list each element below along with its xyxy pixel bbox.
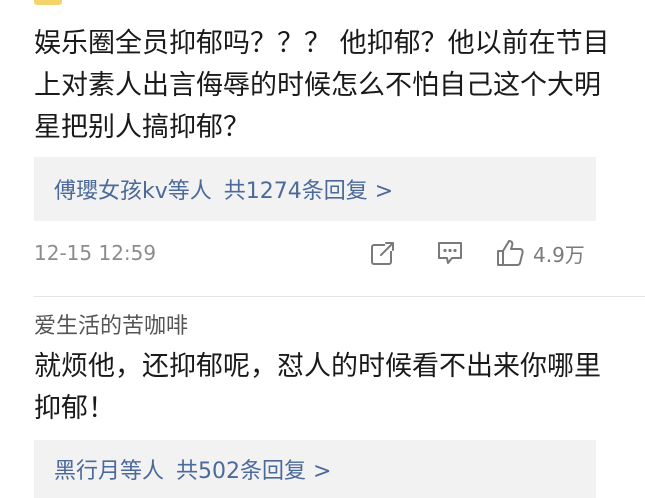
comment-username[interactable]: 爱生活的苦咖啡 [34, 308, 188, 340]
comment-icon [438, 242, 462, 264]
comment-divider [34, 296, 645, 297]
timestamp: 12-15 12:59 [34, 241, 157, 265]
comment-button[interactable] [435, 239, 465, 267]
view-replies-button[interactable]: 黑行月等人 共502条回复 > [34, 440, 596, 498]
reply-count: 共1274条回复 > [223, 179, 394, 204]
like-icon [497, 240, 524, 266]
comment-actions: 4.9万 [369, 236, 585, 270]
reply-users: 傅瓔女孩kv等人 [54, 179, 212, 204]
previous-comment-username-cropped [34, 0, 62, 10]
like-count: 4.9万 [533, 242, 585, 267]
user-badge-icon [34, 0, 62, 5]
reply-count: 共502条回复 > [176, 459, 332, 484]
comment-meta-row: 12-15 12:59 4.9万 [34, 236, 604, 270]
view-replies-button[interactable]: 傅瓔女孩kv等人 共1274条回复 > [34, 157, 596, 221]
share-icon [371, 241, 395, 265]
like-button[interactable]: 4.9万 [495, 238, 585, 268]
comment-text: 就烦他，还抑郁呢，怼人的时候看不出来你哪里抑郁！ [34, 351, 601, 424]
comment-text: 娱乐圈全员抑郁吗？？？ 他抑郁？他以前在节目上对素人出言侮辱的时候怎么不怕自己这… [34, 28, 610, 143]
share-button[interactable] [369, 239, 397, 267]
reply-users: 黑行月等人 [54, 459, 165, 484]
